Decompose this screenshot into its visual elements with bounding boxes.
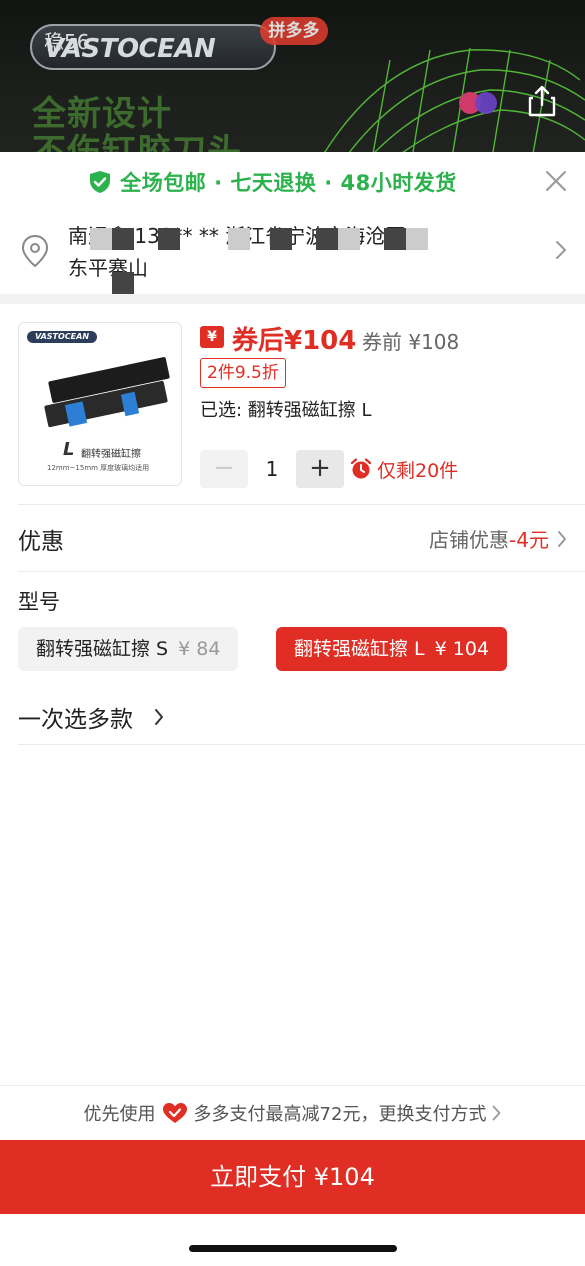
privacy-mask [228,228,250,250]
selected-variant: 已选: 翻转强磁缸擦 L [200,400,372,421]
promotion-label: 优惠 [18,529,64,555]
sku-name: 翻转强磁缸擦 S [36,638,169,660]
privacy-mask [270,228,292,250]
home-indicator [189,1245,397,1252]
divider [18,744,585,745]
hero-number: 稳56 [44,30,90,54]
sku-option-l[interactable]: 翻转强磁缸擦 L ¥ 104 [276,627,508,671]
chevron-right-icon [558,531,566,547]
privacy-mask [406,228,428,250]
thumbnail-size-letter: L [63,439,75,460]
privacy-mask [112,272,134,294]
payment-hint-prefix: 优先使用 [83,1104,156,1125]
divider [18,571,585,572]
section-gap [0,294,585,304]
product-hero-image: VASTOCEAN 稳56 拼多多 全新设计 不伤缸胶刀头 [0,0,585,160]
chevron-right-icon [493,1105,501,1121]
multi-select-link[interactable]: 一次选多款 [18,700,133,734]
privacy-mask [316,228,338,250]
promotion-value: 店铺优惠-4元 [429,524,549,553]
platform-badge: 拼多多 [260,17,328,45]
price-before-coupon: 券前 ¥108 [362,330,460,354]
service-banner: 全场包邮 · 七天退换 · 48小时发货 [0,152,585,212]
increment-button[interactable]: + [296,450,344,488]
promotion-value-prefix: 店铺优惠 [429,528,510,552]
chevron-right-icon [155,709,163,725]
chevron-right-icon [556,241,566,259]
quantity-value[interactable]: 1 [248,450,296,488]
promotion-row[interactable]: 优惠 店铺优惠-4元 [0,504,585,570]
sku-price: ¥ 84 [178,638,221,660]
location-pin-icon [21,234,49,268]
coupon-icon: ¥ [200,326,224,348]
privacy-mask [338,228,360,250]
privacy-mask [90,228,112,250]
privacy-mask [112,228,134,250]
payment-hint-text: 多多支付最高减72元，更换支付方式 [193,1104,487,1125]
shield-check-icon [90,171,111,193]
decrement-button[interactable]: − [200,450,248,488]
thumbnail-product-name: 翻转强磁缸擦 [81,449,141,460]
price-after-coupon: 券后¥104 [232,326,357,356]
heart-check-icon [162,1103,187,1123]
shipping-address[interactable]: 南迟鑫 138** ** 浙江省宁波市海沧区 东平寨山 [0,212,585,294]
stock-remaining: 仅剩20件 [377,460,459,482]
thumbnail-spec: 12mm~15mm 厚度玻璃均适用 [47,464,150,472]
product-thumbnail[interactable]: VASTOCEAN L 翻转强磁缸擦 12mm~15mm 厚度玻璃均适用 [18,322,182,486]
model-label: 型号 [18,590,60,614]
sku-price: ¥ 104 [434,638,490,660]
close-icon[interactable] [545,170,567,192]
sku-option-s[interactable]: 翻转强磁缸擦 S ¥ 84 [18,627,239,671]
address-line-2: 东平寨山 [68,256,148,280]
product-summary: VASTOCEAN L 翻转强磁缸擦 12mm~15mm 厚度玻璃均适用 ¥ 券… [0,304,585,504]
privacy-mask [384,228,406,250]
quantity-stepper: − 1 + [200,450,344,490]
promotion-amount: -4元 [509,528,549,552]
alarm-clock-icon [350,458,372,479]
pay-now-button[interactable]: 立即支付 ¥104 [0,1140,585,1214]
pagination-dots-icon [459,92,497,114]
payment-method-hint[interactable]: 优先使用 多多支付最高减72元，更换支付方式 [0,1085,585,1140]
service-banner-text: 全场包邮 · 七天退换 · 48小时发货 [120,171,457,195]
thumbnail-logo: VASTOCEAN [27,331,97,343]
share-icon[interactable] [525,84,559,118]
privacy-mask [158,228,180,250]
sku-name: 翻转强磁缸擦 L [294,638,425,660]
purchase-sheet: 全场包邮 · 七天退换 · 48小时发货 南迟鑫 138** ** 浙江省宁波市… [0,152,585,1266]
discount-tag: 2件9.5折 [200,358,286,388]
